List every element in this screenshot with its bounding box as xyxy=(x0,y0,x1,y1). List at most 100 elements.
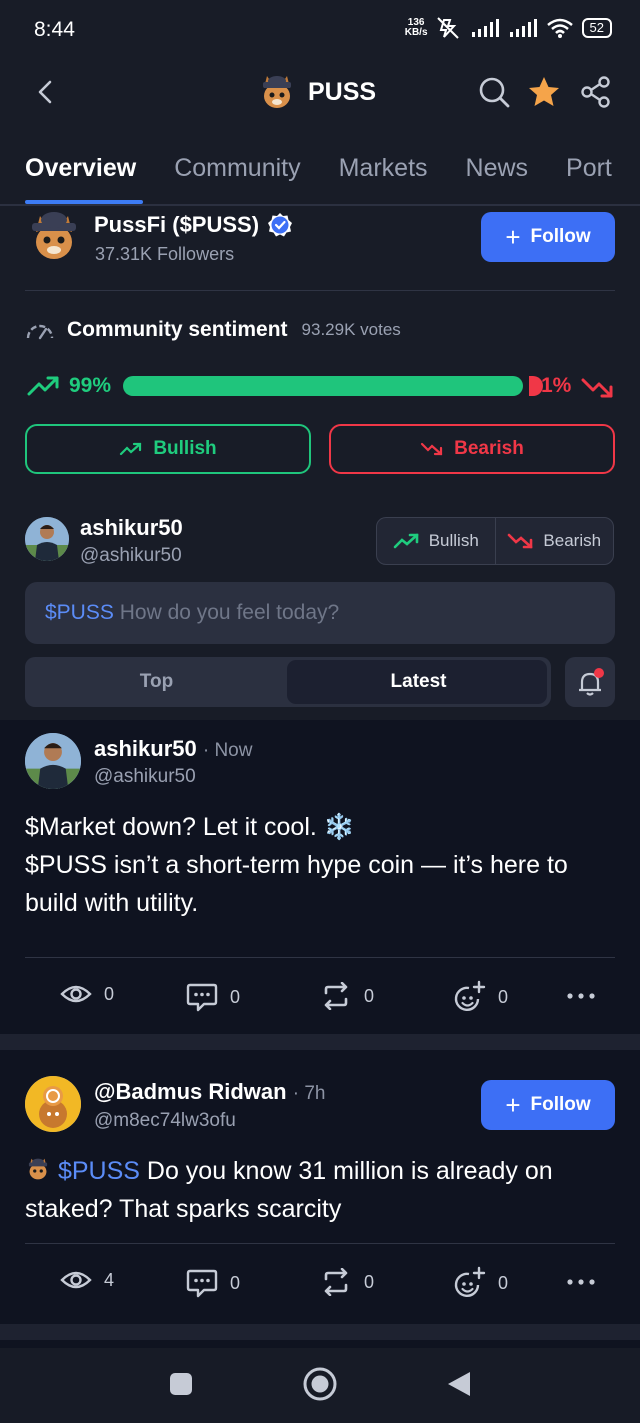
post-text-line: build with utility. xyxy=(25,889,199,917)
post-author[interactable]: @Badmus Ridwan xyxy=(94,1079,287,1104)
tab-community[interactable]: Community xyxy=(174,140,300,204)
react-action[interactable]: 0 xyxy=(452,1266,508,1300)
react-icon xyxy=(454,1266,486,1297)
post-separator xyxy=(0,1034,640,1050)
tab-news[interactable]: News xyxy=(466,140,529,204)
nav-back-icon[interactable] xyxy=(446,1370,472,1398)
follow-button[interactable]: + Follow xyxy=(481,1080,615,1130)
plus-icon: + xyxy=(505,1090,521,1120)
post-author-row: @Badmus Ridwan · 7h xyxy=(94,1079,325,1105)
repost-action[interactable]: 0 xyxy=(320,982,374,1010)
avatar[interactable] xyxy=(25,733,81,789)
sentiment-bar-bullish xyxy=(123,376,523,396)
system-nav-bar xyxy=(0,1348,640,1423)
project-name: PussFi ($PUSS) xyxy=(94,212,260,237)
page-title: PUSS xyxy=(308,77,377,106)
compose-input[interactable]: $PUSS How do you feel today? xyxy=(25,582,615,644)
project-name-row: PussFi ($PUSS) xyxy=(94,212,293,238)
verified-icon xyxy=(268,213,293,237)
network-speed: 136 KB/s xyxy=(405,18,428,38)
tab-portfolio[interactable]: Port xyxy=(566,140,612,204)
more-icon[interactable] xyxy=(566,1278,596,1286)
trend-down-icon xyxy=(508,533,533,549)
bullish-vote-button[interactable]: Bullish xyxy=(25,424,311,474)
trend-down-icon xyxy=(581,378,613,398)
sort-latest-tab[interactable]: Latest xyxy=(287,657,550,707)
project-avatar[interactable] xyxy=(28,208,80,264)
views-count: 4 xyxy=(104,1269,115,1290)
post-time: · 7h xyxy=(292,1083,326,1104)
plus-icon: + xyxy=(505,222,521,252)
divider xyxy=(25,290,615,291)
comment-action[interactable]: 0 xyxy=(186,1268,240,1298)
follow-label: Follow xyxy=(530,1094,591,1115)
signal-icon-2 xyxy=(509,19,537,37)
follow-button[interactable]: + Follow xyxy=(481,212,615,262)
bearish-percent: 1% xyxy=(541,374,572,397)
views-action[interactable]: 4 xyxy=(60,1268,114,1292)
recents-icon[interactable] xyxy=(169,1372,193,1396)
comment-action[interactable]: 0 xyxy=(186,982,240,1012)
bearish-vote-label: Bearish xyxy=(454,438,524,459)
repost-action[interactable]: 0 xyxy=(320,1268,374,1296)
tab-overview[interactable]: Overview xyxy=(25,140,136,204)
post-text: Do you know 31 million is already on xyxy=(139,1157,553,1185)
network-speed-unit: KB/s xyxy=(404,27,428,38)
divider xyxy=(25,1243,615,1244)
star-icon[interactable] xyxy=(526,74,562,110)
bell-icon xyxy=(579,668,604,696)
tab-active-indicator xyxy=(25,200,143,204)
notifications-button[interactable] xyxy=(565,657,615,707)
post-body: $PUSS Do you know 31 million is already … xyxy=(25,1152,625,1228)
puss-logo xyxy=(263,76,291,108)
post-handle: @m8ec74lw3ofu xyxy=(94,1110,236,1131)
post-author[interactable]: ashikur50 xyxy=(94,736,197,761)
post-separator xyxy=(0,1324,640,1340)
share-icon[interactable] xyxy=(578,74,614,110)
divider xyxy=(25,957,615,958)
post-text-line: $PUSS isn’t a short-term hype coin — it’… xyxy=(25,851,568,879)
avatar[interactable] xyxy=(25,517,69,561)
post-card[interactable]: @Badmus Ridwan · 7h @m8ec74lw3ofu + Foll… xyxy=(0,1050,640,1324)
composer-username: ashikur50 xyxy=(80,515,183,540)
toggle-bearish[interactable]: Bearish xyxy=(494,518,614,564)
comment-icon xyxy=(186,983,218,1012)
back-icon[interactable] xyxy=(32,78,60,106)
status-icons: 136 KB/s 52 xyxy=(405,16,612,40)
mute-icon xyxy=(436,17,459,39)
bearish-vote-button[interactable]: Bearish xyxy=(329,424,615,474)
status-time: 8:44 xyxy=(34,18,75,41)
react-action[interactable]: 0 xyxy=(452,980,508,1014)
composer-handle: @ashikur50 xyxy=(80,545,182,566)
page-title-group: PUSS xyxy=(258,72,376,112)
bullish-percent: 99% xyxy=(69,374,112,397)
views-action[interactable]: 0 xyxy=(60,982,114,1006)
compose-placeholder: How do you feel today? xyxy=(119,601,340,624)
status-bar: 8:44 136 KB/s 52 xyxy=(0,0,640,60)
feed: ashikur50 · Now @ashikur50 $Market down?… xyxy=(0,720,640,1348)
gauge-icon xyxy=(26,324,54,340)
search-icon[interactable] xyxy=(476,74,512,110)
repost-icon xyxy=(324,1268,348,1296)
sort-top-tab[interactable]: Top xyxy=(25,657,288,707)
followers-count: 37.31K Followers xyxy=(95,244,235,264)
home-icon[interactable] xyxy=(302,1366,338,1402)
avatar[interactable] xyxy=(25,1076,81,1132)
signal-icon xyxy=(471,19,499,37)
trend-up-icon xyxy=(27,376,59,396)
sentiment-title: Community sentiment xyxy=(67,318,288,341)
battery-indicator: 52 xyxy=(581,18,612,38)
comment-icon xyxy=(186,1269,218,1298)
more-icon[interactable] xyxy=(566,992,596,1000)
toggle-bullish[interactable]: Bullish xyxy=(377,518,495,564)
reactions-count: 0 xyxy=(498,1272,509,1293)
tab-markets[interactable]: Markets xyxy=(339,140,428,204)
sentiment-header: Community sentiment 93.29K votes xyxy=(25,318,401,342)
post-card[interactable]: ashikur50 · Now @ashikur50 $Market down?… xyxy=(0,720,640,1034)
sentiment-toggle: Bullish Bearish xyxy=(376,517,614,565)
sentiment-bar xyxy=(123,376,543,396)
post-text-line: $PUSS Do you know 31 million is already … xyxy=(25,1152,625,1190)
post-ticker-link[interactable]: $PUSS xyxy=(58,1157,140,1185)
views-count: 0 xyxy=(104,983,115,1004)
compose-ticker: $PUSS xyxy=(45,601,114,624)
